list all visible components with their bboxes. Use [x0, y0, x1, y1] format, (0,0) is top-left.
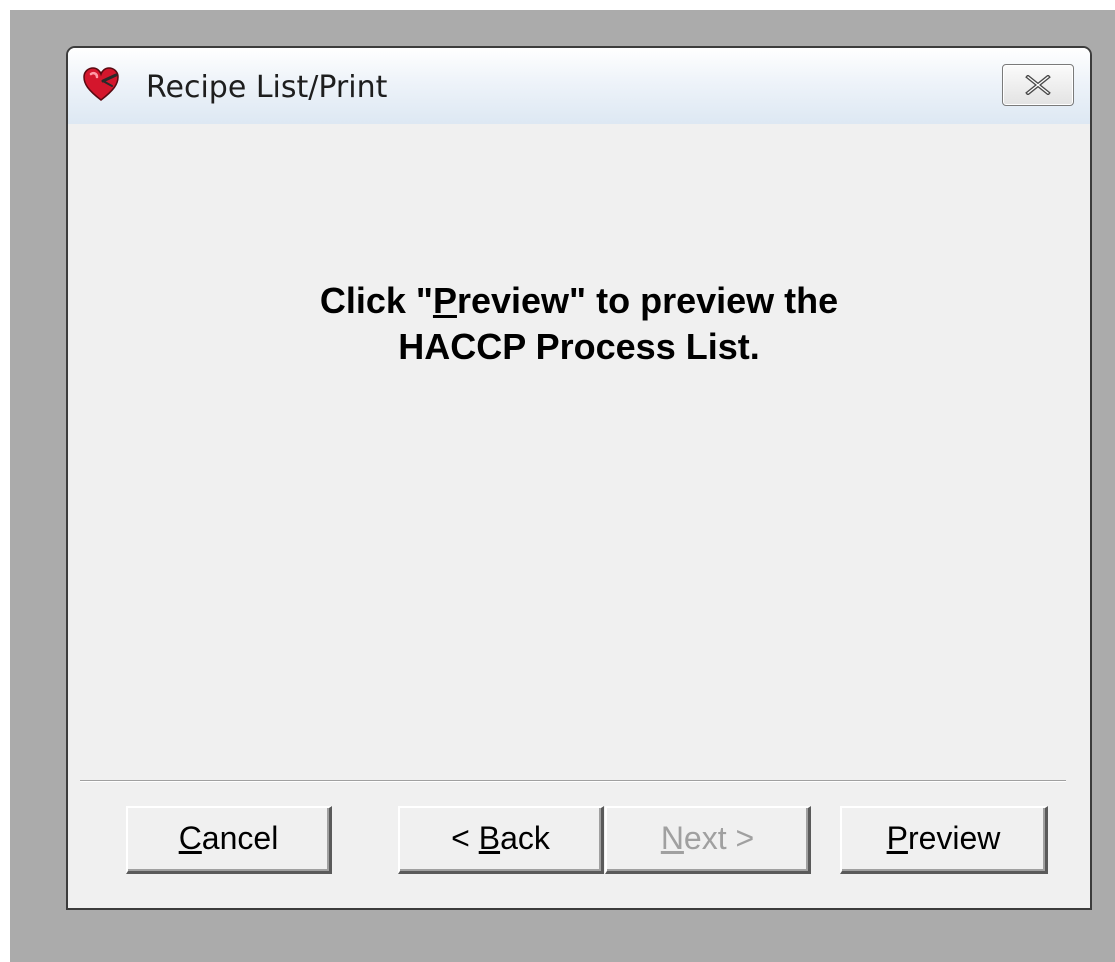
- back-button[interactable]: < Back: [398, 806, 604, 874]
- button-area-divider: [80, 780, 1066, 782]
- instruction-line-1: Click "Preview" to preview the: [319, 280, 839, 321]
- mnemonic-letter: P: [432, 280, 457, 321]
- cancel-button[interactable]: Cancel: [126, 806, 332, 874]
- recipe-list-print-dialog: Recipe List/Print Click "Preview" to pre…: [66, 46, 1092, 910]
- next-button[interactable]: Next >: [605, 806, 811, 874]
- title-bar[interactable]: Recipe List/Print: [68, 48, 1090, 124]
- instruction-message: Click "Preview" to preview the HACCP Pro…: [68, 278, 1090, 370]
- window-title: Recipe List/Print: [146, 70, 388, 105]
- close-button[interactable]: [1002, 64, 1074, 106]
- instruction-line-2: HACCP Process List.: [398, 326, 760, 367]
- preview-button[interactable]: Preview: [840, 806, 1048, 874]
- heart-icon: [82, 66, 120, 104]
